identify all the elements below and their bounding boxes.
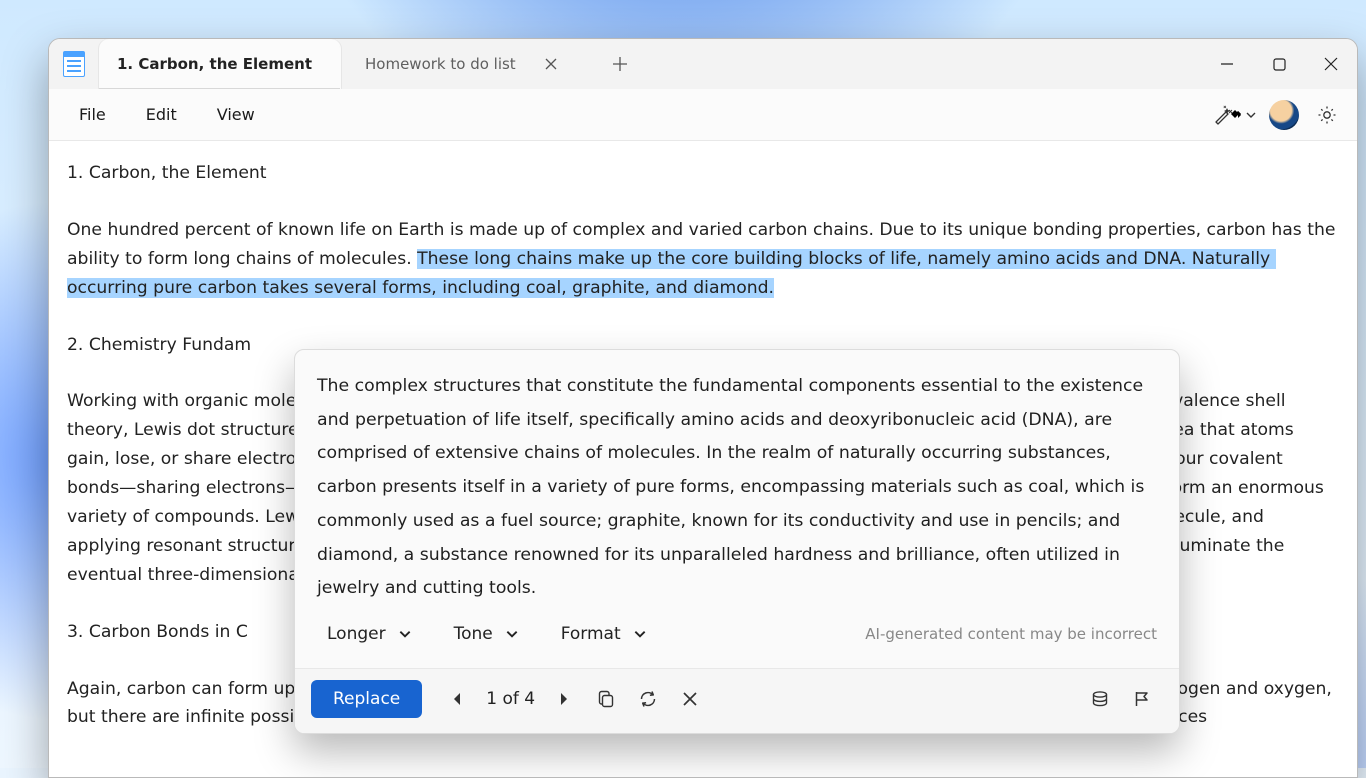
ai-rewrite-popup: The complex structures that constitute t… bbox=[294, 349, 1180, 734]
menu-edit[interactable]: Edit bbox=[126, 95, 197, 134]
close-icon bbox=[545, 58, 557, 70]
flag-icon bbox=[1133, 690, 1151, 708]
format-option-label: Format bbox=[561, 624, 621, 644]
length-option-dropdown[interactable]: Longer bbox=[317, 616, 422, 652]
history-button[interactable] bbox=[1079, 679, 1121, 719]
maximize-button[interactable] bbox=[1253, 39, 1305, 89]
dismiss-button[interactable] bbox=[669, 679, 711, 719]
rewrite-options-bar: Longer Tone Format AI-generated content … bbox=[295, 610, 1179, 668]
previous-suggestion-button[interactable] bbox=[436, 679, 478, 719]
suggestion-pager: 1 of 4 bbox=[478, 689, 543, 709]
regenerate-button[interactable] bbox=[627, 679, 669, 719]
plus-icon bbox=[613, 57, 627, 71]
close-window-button[interactable] bbox=[1305, 39, 1357, 89]
maximize-icon bbox=[1273, 58, 1286, 71]
app-window: 1. Carbon, the Element Homework to do li… bbox=[48, 38, 1358, 778]
heading-1: 1. Carbon, the Element bbox=[67, 159, 1339, 188]
tone-option-label: Tone bbox=[454, 624, 493, 644]
minimize-button[interactable] bbox=[1201, 39, 1253, 89]
format-option-dropdown[interactable]: Format bbox=[551, 616, 657, 652]
next-suggestion-button[interactable] bbox=[543, 679, 585, 719]
account-avatar[interactable] bbox=[1269, 100, 1299, 130]
titlebar: 1. Carbon, the Element Homework to do li… bbox=[49, 39, 1357, 89]
close-icon bbox=[682, 691, 698, 707]
window-controls bbox=[1201, 39, 1357, 89]
length-option-label: Longer bbox=[327, 624, 386, 644]
replace-button[interactable]: Replace bbox=[311, 680, 422, 718]
magic-pen-icon bbox=[1213, 105, 1243, 125]
ai-rewrite-button[interactable] bbox=[1207, 95, 1263, 135]
stack-icon bbox=[1091, 690, 1109, 708]
paragraph: One hundred percent of known life on Ear… bbox=[67, 216, 1339, 303]
chevron-down-icon bbox=[505, 627, 519, 641]
copy-icon bbox=[597, 690, 615, 708]
minimize-icon bbox=[1220, 57, 1234, 71]
document-tab[interactable]: Homework to do list bbox=[347, 39, 593, 89]
tone-option-dropdown[interactable]: Tone bbox=[444, 616, 529, 652]
menu-file[interactable]: File bbox=[59, 95, 126, 134]
tab-title: Homework to do list bbox=[365, 55, 516, 73]
chevron-down-icon bbox=[398, 627, 412, 641]
new-tab-button[interactable] bbox=[599, 43, 641, 85]
tab-title: 1. Carbon, the Element bbox=[117, 55, 312, 73]
triangle-right-icon bbox=[558, 692, 570, 706]
chevron-down-icon bbox=[633, 627, 647, 641]
feedback-button[interactable] bbox=[1121, 679, 1163, 719]
ai-suggestion-text: The complex structures that constitute t… bbox=[295, 350, 1179, 610]
notepad-app-icon bbox=[63, 51, 85, 77]
chevron-down-icon bbox=[1245, 109, 1257, 121]
menu-view[interactable]: View bbox=[197, 95, 275, 134]
ai-disclaimer: AI-generated content may be incorrect bbox=[865, 625, 1157, 643]
settings-button[interactable] bbox=[1307, 95, 1347, 135]
refresh-icon bbox=[638, 690, 658, 708]
gear-icon bbox=[1317, 105, 1337, 125]
close-icon bbox=[1324, 57, 1338, 71]
rewrite-action-bar: Replace 1 of 4 bbox=[295, 668, 1179, 733]
menubar: File Edit View bbox=[49, 89, 1357, 141]
document-tab-active[interactable]: 1. Carbon, the Element bbox=[99, 39, 341, 89]
close-tab-button[interactable] bbox=[538, 51, 564, 77]
triangle-left-icon bbox=[451, 692, 463, 706]
copy-button[interactable] bbox=[585, 679, 627, 719]
